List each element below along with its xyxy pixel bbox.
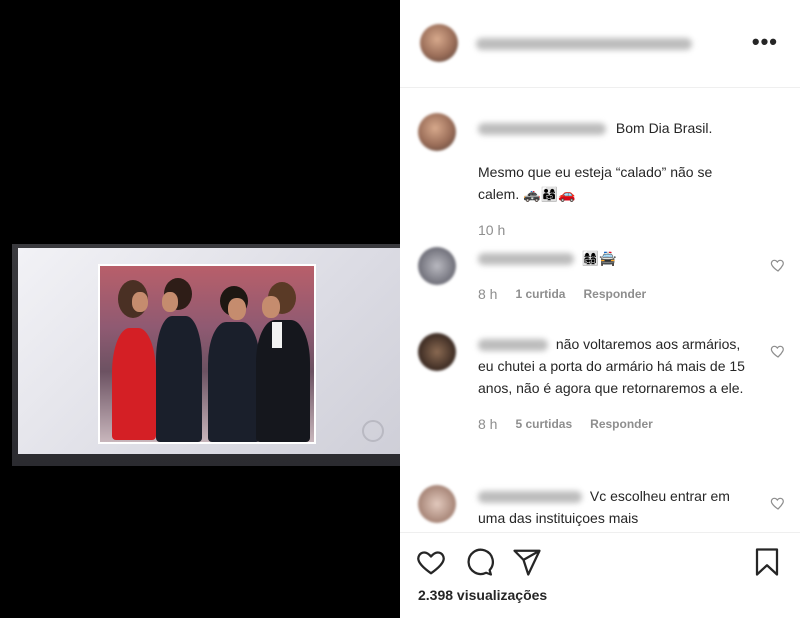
comment-time: 8 h [478,286,498,302]
commenter-avatar[interactable] [418,485,456,523]
post-actions: 2.398 visualizações [400,532,800,618]
comments-list: Bom Dia Brasil. Mesmo que eu esteja “cal… [400,89,800,530]
commenter-avatar[interactable] [418,333,456,371]
comment-icon[interactable] [464,547,494,577]
bookmark-icon[interactable] [752,547,782,577]
more-options-icon[interactable]: ••• [752,31,778,53]
commenter-username-blurred[interactable] [478,491,582,504]
comment-item: 👩‍👩‍👧‍👦🚔 8 h 1 curtida Responder [416,247,786,317]
post-caption: Bom Dia Brasil. Mesmo que eu esteja “cal… [416,113,786,243]
caption-text: Mesmo que eu esteja “calado” não se cale… [478,164,713,202]
commenter-username-blurred[interactable] [478,339,548,352]
couples-photo [100,266,314,442]
author-name-blurred[interactable] [476,38,692,50]
photo-frame [98,264,316,444]
author-avatar-small[interactable] [418,113,456,151]
commenter-avatar[interactable] [418,247,456,285]
post-panel: ••• Bom Dia Brasil. Mesmo que eu esteja … [400,0,800,618]
comment-time: 8 h [478,416,498,432]
reply-button[interactable]: Responder [583,283,646,305]
post-header: ••• [400,0,800,88]
comment-likes[interactable]: 1 curtida [515,283,565,305]
tv-channel-logo [362,420,384,442]
post-media[interactable] [0,0,400,618]
comment-text: 👩‍👩‍👧‍👦🚔 [581,250,617,266]
comment-like-icon[interactable] [770,257,786,273]
reply-button[interactable]: Responder [590,413,653,435]
caption-username-blurred[interactable] [478,123,606,136]
send-icon[interactable] [512,547,542,577]
heart-icon[interactable] [416,547,446,577]
comment-likes[interactable]: 5 curtidas [515,413,572,435]
comment-like-icon[interactable] [770,343,786,359]
tv-screen-photo [12,244,400,466]
views-count[interactable]: 2.398 visualizações [418,587,547,603]
comment-like-icon[interactable] [770,495,786,511]
caption-time: 10 h [478,222,506,238]
caption-greeting: Bom Dia Brasil. [615,120,713,136]
commenter-username-blurred[interactable] [478,253,574,266]
author-avatar[interactable] [420,24,458,62]
person-uniform-1 [150,278,206,442]
comment-item: não voltaremos aos armários, eu chutei a… [416,333,786,463]
comment-item: Vc escolheu entrar em uma das instituiço… [416,485,786,530]
tv-display [18,248,400,454]
person-suit [250,282,314,442]
